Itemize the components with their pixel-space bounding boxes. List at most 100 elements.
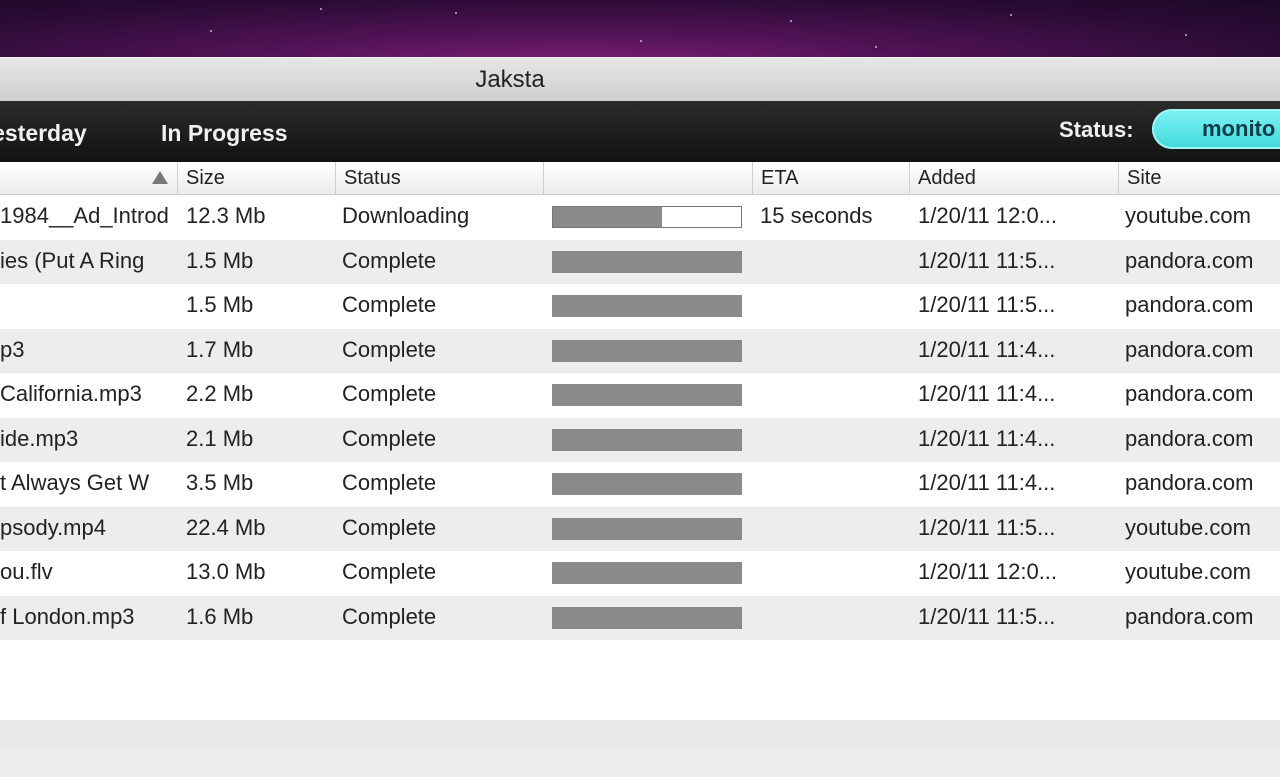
download-status-cell: Complete <box>342 381 437 406</box>
tab-yesterday[interactable]: Yesterday <box>0 120 87 147</box>
download-status-cell: Complete <box>342 559 437 584</box>
table-row[interactable]: psody.mp4 22.4 Mb Complete 1/20/11 11:5... y… <box>0 506 1280 551</box>
progress-bar <box>552 295 742 317</box>
added-date-cell: 1/20/11 11:4... <box>918 425 1056 451</box>
progress-bar-fill <box>552 428 742 451</box>
column-header-name[interactable] <box>0 162 177 194</box>
download-status-cell: Complete <box>342 247 437 273</box>
table-row[interactable]: ou.flv 13.0 Mb Complete 1/20/11 12:0... yout… <box>0 551 1280 596</box>
download-status-cell: Complete <box>342 470 437 495</box>
column-header-added[interactable]: Added <box>909 162 1118 194</box>
window-footer <box>0 747 1280 777</box>
file-name-cell: 1984__Ad_Introd <box>0 203 169 228</box>
progress-bar <box>552 206 742 228</box>
progress-bar-fill <box>552 295 742 317</box>
progress-bar <box>552 339 742 362</box>
file-size-cell: 2.1 Mb <box>186 425 254 451</box>
added-date-cell: 1/20/11 11:4... <box>918 381 1056 406</box>
column-header-site[interactable]: Site <box>1118 162 1280 194</box>
file-name-cell: t Always Get W <box>0 470 150 495</box>
column-header: Size Status ETA Added Site <box>0 162 1280 195</box>
table-row[interactable]: ide.mp3 2.1 Mb Complete 1/20/11 11:4... pand… <box>0 417 1280 462</box>
eta-cell: 15 seconds <box>760 203 873 228</box>
added-date-cell: 1/20/11 11:4... <box>918 470 1056 495</box>
file-name-cell: p3 <box>0 336 25 362</box>
progress-bar-fill <box>553 207 663 227</box>
star <box>1185 34 1187 36</box>
progress-bar-fill <box>552 250 742 273</box>
site-cell: youtube.com <box>1125 559 1251 584</box>
site-cell: pandora.com <box>1125 603 1254 629</box>
progress-bar <box>552 384 742 406</box>
table-row[interactable]: California.mp3 2.2 Mb Complete 1/20/11 11:4… <box>0 373 1280 418</box>
site-cell: pandora.com <box>1125 470 1254 495</box>
site-cell: pandora.com <box>1125 247 1254 273</box>
table-row[interactable]: t Always Get W 3.5 Mb Complete 1/20/11 11:4… <box>0 462 1280 507</box>
progress-bar-fill <box>552 339 742 362</box>
download-status-cell: Downloading <box>342 203 470 228</box>
file-name-cell: ies (Put A Ring <box>0 247 145 273</box>
progress-bar-fill <box>552 473 742 495</box>
toolbar: Yesterday In Progress Status: monito <box>0 101 1280 162</box>
progress-bar <box>552 517 742 540</box>
star <box>875 46 877 48</box>
file-name-cell: f London.mp3 <box>0 603 135 629</box>
table-row[interactable]: p3 1.7 Mb Complete 1/20/11 11:4... pandora.c… <box>0 328 1280 373</box>
column-header-status[interactable]: Status <box>335 162 543 194</box>
status-label: Status: <box>1059 117 1134 142</box>
column-header-eta[interactable]: ETA <box>752 162 909 194</box>
column-header-size[interactable]: Size <box>177 162 335 194</box>
file-size-cell: 1.5 Mb <box>186 292 254 317</box>
site-cell: pandora.com <box>1125 292 1254 317</box>
file-size-cell: 12.3 Mb <box>186 203 266 228</box>
file-size-cell: 13.0 Mb <box>186 559 266 584</box>
desktop-background <box>0 0 1280 58</box>
file-size-cell: 22.4 Mb <box>186 514 266 540</box>
progress-bar-fill <box>552 517 742 540</box>
file-name-cell: ou.flv <box>0 559 53 584</box>
download-status-cell: Complete <box>342 603 437 629</box>
star <box>640 40 642 42</box>
added-date-cell: 1/20/11 11:4... <box>918 336 1056 362</box>
progress-bar <box>552 250 742 273</box>
site-cell: pandora.com <box>1125 425 1254 451</box>
file-size-cell: 3.5 Mb <box>186 470 254 495</box>
file-size-cell: 1.6 Mb <box>186 603 254 629</box>
window-title: Jaksta <box>475 66 545 93</box>
progress-bar <box>552 473 742 495</box>
progress-bar <box>552 606 742 629</box>
progress-bar-fill <box>552 606 742 629</box>
star <box>210 30 212 32</box>
file-name-cell: psody.mp4 <box>0 514 106 540</box>
table-row[interactable]: 1984__Ad_Introd 12.3 Mb Downloading 15 seco… <box>0 195 1280 240</box>
table-row[interactable]: ies (Put A Ring 1.5 Mb Complete 1/20/11 11:… <box>0 239 1280 284</box>
table-row[interactable]: 1.5 Mb Complete 1/20/11 11:5... pandora.com <box>0 284 1280 329</box>
sort-ascending-icon <box>152 171 168 184</box>
star <box>455 12 457 14</box>
table-row[interactable]: f London.mp3 1.6 Mb Complete 1/20/11 11:5..… <box>0 595 1280 640</box>
app-window: Jaksta Yesterday In Progress Status: mon… <box>0 57 1280 777</box>
file-name-cell: California.mp3 <box>0 381 142 406</box>
added-date-cell: 1/20/11 12:0... <box>918 203 1058 228</box>
status-value: monito <box>1202 116 1276 141</box>
added-date-cell: 1/20/11 12:0... <box>918 559 1058 584</box>
progress-bar <box>552 562 742 584</box>
status-toggle-button[interactable]: monito <box>1152 109 1280 149</box>
added-date-cell: 1/20/11 11:5... <box>918 514 1056 540</box>
star <box>1010 14 1012 16</box>
added-date-cell: 1/20/11 11:5... <box>918 247 1056 273</box>
download-status-cell: Complete <box>342 336 437 362</box>
download-status-cell: Complete <box>342 292 437 317</box>
title-bar[interactable]: Jaksta <box>0 57 1280 101</box>
file-name-cell: ide.mp3 <box>0 425 79 451</box>
progress-bar <box>552 428 742 451</box>
star <box>790 20 792 22</box>
site-cell: youtube.com <box>1125 203 1251 228</box>
column-header-progress[interactable] <box>543 162 752 194</box>
progress-bar-fill <box>552 562 742 584</box>
tab-in-progress[interactable]: In Progress <box>161 120 288 147</box>
added-date-cell: 1/20/11 11:5... <box>918 292 1056 317</box>
file-size-cell: 2.2 Mb <box>186 381 254 406</box>
site-cell: pandora.com <box>1125 381 1254 406</box>
site-cell: pandora.com <box>1125 336 1254 362</box>
